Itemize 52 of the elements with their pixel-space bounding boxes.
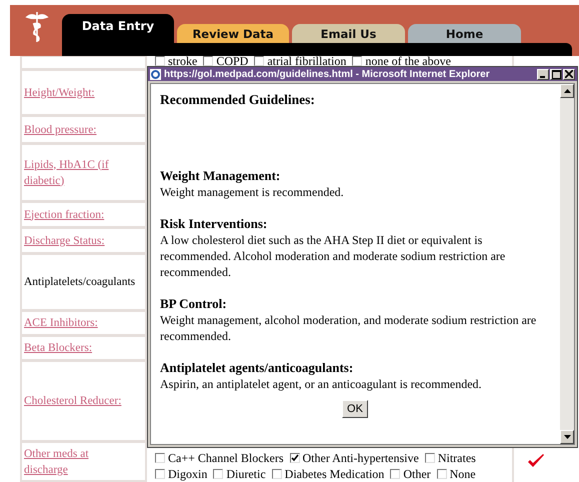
- maximize-button[interactable]: [550, 68, 562, 80]
- section-title: BP Control:: [160, 296, 228, 312]
- scroll-down-icon: [564, 435, 570, 439]
- window-title: https://gol.medpad.com/guidelines.html - Microsoft Internet Explorer: [164, 68, 491, 80]
- scroll-up-icon: [564, 89, 570, 93]
- nav-tab[interactable]: Email Us: [292, 24, 405, 44]
- nav-tab[interactable]: Data Entry: [62, 14, 174, 44]
- option-label: stroke: [168, 53, 198, 69]
- popup-heading: Recommended Guidelines:: [160, 92, 316, 108]
- checkbox[interactable]: [213, 469, 224, 479]
- option-label: None: [450, 466, 476, 482]
- option-label: Digoxin: [168, 466, 208, 482]
- checkbox[interactable]: [424, 453, 435, 463]
- checkbox[interactable]: [436, 469, 447, 479]
- option-label: atrial fibrillation: [267, 53, 346, 69]
- section-text: Weight management, alcohol moderation, and moderate sodium restriction are recommended.: [160, 312, 538, 344]
- minimize-button[interactable]: [537, 68, 549, 80]
- browser-icon: [150, 68, 161, 80]
- checkbox[interactable]: [203, 56, 214, 66]
- checkbox[interactable]: [390, 469, 400, 479]
- field-link[interactable]: Height/Weight:: [24, 84, 95, 100]
- section-title: Weight Management:: [160, 168, 282, 184]
- checkbox[interactable]: [352, 56, 362, 66]
- close-icon: [565, 70, 573, 78]
- option-label: Other: [403, 466, 431, 482]
- section-title: Risk Interventions:: [160, 216, 268, 232]
- section-title: Antiplatelet agents/anticoagulants:: [160, 360, 354, 376]
- option-label: COPD: [216, 53, 248, 69]
- checkbox[interactable]: [155, 469, 165, 479]
- section-text: Weight management is recommended.: [160, 184, 345, 200]
- maximize-icon: [552, 70, 560, 78]
- checkbox[interactable]: [254, 56, 264, 66]
- caduceus-icon: [24, 10, 50, 44]
- checkbox[interactable]: [155, 453, 165, 463]
- section-text: A low cholesterol diet such as the AHA Step II diet or equivalent is recommended. Alcohol moderation and moderate sodium restriction are recommended.: [160, 232, 506, 280]
- ok-button[interactable]: OK: [342, 400, 368, 418]
- field-label: Antiplatelets/coagulants: [24, 276, 136, 288]
- checkbox[interactable]: [290, 453, 300, 463]
- checkbox[interactable]: [272, 469, 282, 479]
- option-label: Ca++ Channel Blockers: [168, 450, 284, 466]
- nav-tab[interactable]: Review Data: [177, 24, 289, 44]
- option-label: Other Anti-hypertensive: [302, 450, 419, 466]
- nav-tab[interactable]: Home: [408, 24, 521, 44]
- scrollbar[interactable]: [560, 84, 574, 444]
- option-label: Nitrates: [438, 450, 476, 466]
- field-link[interactable]: Cholesterol Reducer:: [24, 393, 122, 409]
- checkbox[interactable]: [155, 56, 165, 66]
- section-text: Aspirin, an antiplatelet agent, or an anticoagulant is recommended.: [160, 376, 483, 392]
- close-button[interactable]: [563, 68, 575, 80]
- option-label: Diabetes Medication: [284, 466, 384, 482]
- option-label: Diuretic: [226, 466, 266, 482]
- option-label: none of the above: [365, 53, 451, 69]
